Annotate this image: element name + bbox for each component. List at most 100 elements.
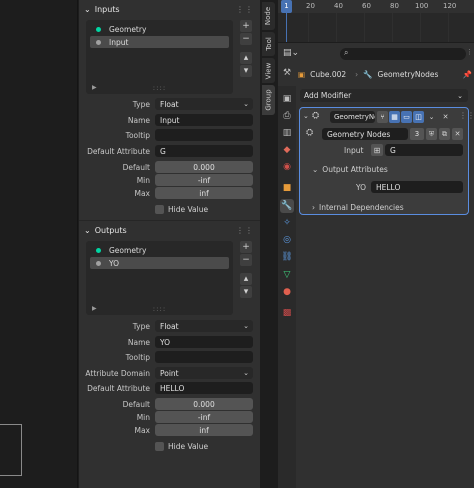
search-input[interactable]: ⌕	[340, 48, 466, 60]
render-toggle-icon[interactable]: ◫	[413, 111, 424, 123]
attribute-toggle-icon[interactable]: ⊞	[371, 144, 383, 156]
duplicate-icon[interactable]: ⧉	[439, 128, 450, 140]
constraints-icon[interactable]: ⛓	[280, 250, 294, 264]
input-attribute-field[interactable]: G	[385, 144, 463, 156]
tab-node[interactable]: Node	[262, 2, 275, 30]
material-icon[interactable]: ●	[280, 285, 294, 299]
chevron-down-icon: ⌄	[243, 322, 249, 330]
default-attribute-field[interactable]: G	[155, 145, 253, 157]
tab-group[interactable]: Group	[262, 85, 275, 115]
frame-gridline	[336, 13, 337, 42]
drag-grip-icon[interactable]: ⋮⋮	[236, 226, 254, 235]
name-field[interactable]: YO	[155, 336, 253, 348]
timeline[interactable]: 1 20 40 60 80 100 120	[278, 0, 474, 42]
node-tree-browse-icon[interactable]: ⛭	[306, 128, 313, 138]
render-icon[interactable]: ▣	[280, 92, 294, 106]
hide-value-checkbox[interactable]: Hide Value	[155, 442, 208, 451]
object-icon[interactable]: ■	[280, 181, 294, 195]
expand-filter-icon[interactable]: ▶	[92, 84, 97, 91]
particles-icon[interactable]: ✧	[280, 216, 294, 230]
tooltip-field[interactable]	[155, 351, 253, 363]
modifier-wrench-icon[interactable]: 🔧	[280, 199, 294, 213]
tab-label: Tool	[264, 37, 273, 51]
scene-icon[interactable]: ◆	[280, 143, 294, 157]
type-value: Float	[160, 321, 179, 331]
default-attribute-field[interactable]: HELLO	[155, 382, 253, 394]
user-count-badge[interactable]: 3	[410, 128, 424, 140]
internal-dependencies-subpanel[interactable]: › Internal Dependencies	[312, 203, 404, 212]
wrench-icon: 🔧	[363, 69, 373, 79]
edit-mode-toggle-icon[interactable]: ▦	[389, 111, 400, 123]
name-field[interactable]: Input	[155, 114, 253, 126]
inputs-section-header[interactable]: ⌄ Inputs ⋮⋮	[84, 1, 254, 17]
min-value-field[interactable]: -inf	[155, 411, 253, 423]
type-dropdown[interactable]: Float ⌄	[155, 320, 253, 332]
outputs-section-header[interactable]: ⌄ Outputs ⋮⋮	[84, 222, 254, 238]
min-value-field[interactable]: -inf	[155, 174, 253, 186]
tab-tool[interactable]: Tool	[262, 32, 275, 56]
drag-grip-icon[interactable]: ⋮⋮	[459, 111, 474, 120]
editor-type-icon[interactable]: ▤⌄	[283, 48, 299, 60]
collapse-arrow-icon: ⌄	[84, 4, 91, 14]
move-up-button[interactable]: ▴	[240, 52, 252, 64]
yo-attribute-field[interactable]: HELLO	[371, 181, 463, 193]
max-value-field[interactable]: inf	[155, 187, 253, 199]
name-label: Name	[127, 338, 150, 347]
data-icon[interactable]: ▽	[280, 268, 294, 282]
frame-label: 100	[415, 2, 429, 10]
remove-socket-button[interactable]: −	[240, 254, 252, 266]
current-frame-indicator[interactable]: 1	[281, 0, 292, 13]
view-layer-icon[interactable]: ▥	[280, 126, 294, 140]
list-item[interactable]: Geometry	[90, 244, 229, 256]
add-modifier-dropdown[interactable]: Add Modifier ⌄	[300, 89, 468, 102]
tool-icon[interactable]: ⚒	[280, 66, 294, 80]
move-down-button[interactable]: ▾	[240, 286, 252, 298]
attribute-domain-value: Point	[160, 368, 179, 378]
output-icon[interactable]: ⎙	[280, 109, 294, 123]
add-socket-button[interactable]: +	[240, 241, 252, 253]
physics-icon[interactable]: ◎	[280, 233, 294, 247]
viewport-frame-corner	[0, 424, 22, 476]
list-item[interactable]: Geometry	[90, 23, 229, 35]
chevron-down-icon[interactable]: ⌄	[426, 111, 437, 123]
checkbox-icon[interactable]	[155, 442, 164, 451]
list-item[interactable]: YO	[90, 257, 229, 269]
close-icon[interactable]: ✕	[440, 111, 451, 123]
tab-view[interactable]: View	[262, 58, 275, 83]
options-grip-icon[interactable]: ⋮	[466, 48, 473, 60]
3d-viewport[interactable]	[0, 0, 78, 488]
max-value-field[interactable]: inf	[155, 424, 253, 436]
modifier-name-field[interactable]: GeometryNodes	[330, 111, 375, 123]
tooltip-field[interactable]	[155, 129, 253, 141]
move-down-button[interactable]: ▾	[240, 65, 252, 77]
frame-gridline	[420, 13, 421, 42]
default-value-field[interactable]: 0.000	[155, 161, 253, 173]
fake-user-shield-icon[interactable]: ⛨	[426, 128, 437, 140]
type-label: Type	[132, 322, 150, 331]
world-icon[interactable]: ◉	[280, 160, 294, 174]
node-group-field[interactable]: Geometry Nodes	[322, 128, 408, 140]
add-socket-button[interactable]: +	[240, 20, 252, 32]
default-value-field[interactable]: 0.000	[155, 398, 253, 410]
move-up-button[interactable]: ▴	[240, 273, 252, 285]
unlink-close-icon[interactable]: ✕	[452, 128, 463, 140]
remove-socket-button[interactable]: −	[240, 33, 252, 45]
type-dropdown[interactable]: Float ⌄	[155, 98, 253, 110]
checkbox-icon[interactable]	[155, 205, 164, 214]
collapse-arrow-icon[interactable]: ⌄	[303, 112, 309, 120]
output-attributes-subpanel[interactable]: ⌄ Output Attributes	[312, 165, 388, 174]
texture-icon[interactable]: ▩	[280, 306, 294, 320]
list-item[interactable]: Input	[90, 36, 229, 48]
attribute-domain-dropdown[interactable]: Point ⌄	[155, 367, 253, 379]
pin-icon[interactable]: 📌	[463, 70, 472, 79]
expand-filter-icon[interactable]: ▶	[92, 305, 97, 312]
hide-value-checkbox[interactable]: Hide Value	[155, 205, 208, 214]
drag-grip-icon[interactable]: ⋮⋮	[236, 5, 254, 14]
viewport-toggle-icon[interactable]: ▭	[401, 111, 412, 123]
frame-label: 120	[443, 2, 457, 10]
collapse-arrow-icon: ⌄	[312, 165, 319, 174]
chevron-down-icon: ⌄	[457, 91, 463, 100]
resize-grip-icon[interactable]: ::::	[153, 305, 166, 313]
node-tree-icon[interactable]: ⑂	[377, 111, 388, 123]
resize-grip-icon[interactable]: ::::	[153, 84, 166, 92]
